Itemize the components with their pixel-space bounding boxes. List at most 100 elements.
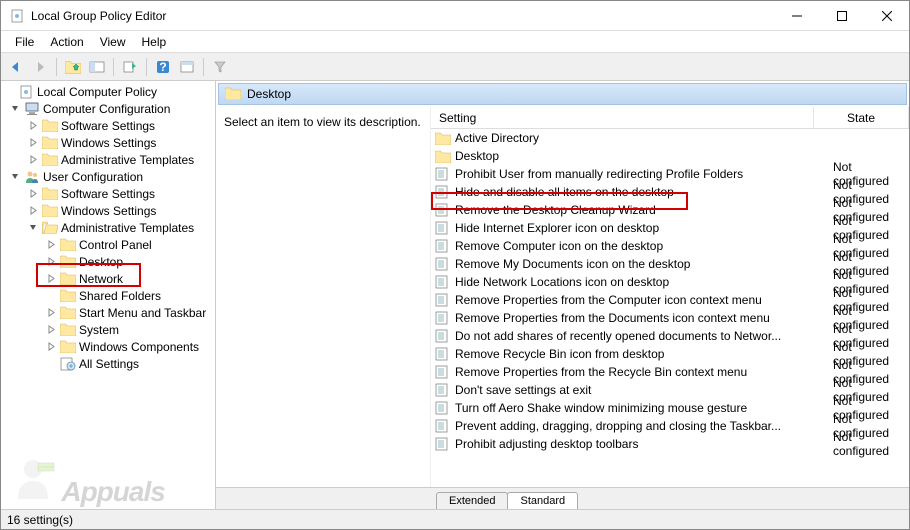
expander-icon[interactable] [45,341,57,353]
policy-icon [435,347,451,361]
properties-button[interactable] [176,56,198,78]
tree-label: Software Settings [61,119,155,133]
expander-icon[interactable] [27,222,39,234]
policy-icon [435,329,451,343]
policy-icon [435,383,451,397]
policy-icon [435,419,451,433]
setting-cell: Hide Network Locations icon on desktop [431,275,829,289]
folder-icon [60,323,76,337]
tree-panel[interactable]: Local Computer Policy Computer Configura… [1,81,216,509]
list-row[interactable]: Active Directory [431,129,909,147]
folder-icon [435,149,451,163]
folder-icon [225,87,241,101]
expander-icon[interactable] [27,205,39,217]
tab-extended[interactable]: Extended [436,492,508,509]
expander-icon[interactable] [45,307,57,319]
col-header-setting[interactable]: Setting [431,107,814,128]
list-row[interactable]: Prohibit adjusting desktop toolbarsNot c… [431,435,909,453]
filter-button[interactable] [209,56,231,78]
setting-cell: Do not add shares of recently opened doc… [431,329,829,343]
tree-label: Desktop [79,255,123,269]
tab-standard[interactable]: Standard [507,492,578,509]
setting-cell: Remove the Desktop Cleanup Wizard [431,203,829,217]
status-text: 16 setting(s) [7,513,73,527]
description-pane: Select an item to view its description. [216,107,431,487]
policy-icon [435,365,451,379]
policy-icon [435,437,451,451]
menu-help[interactable]: Help [134,33,175,51]
show-hide-tree-button[interactable] [86,56,108,78]
setting-cell: Remove Recycle Bin icon from desktop [431,347,829,361]
setting-name: Remove Computer icon on the desktop [455,239,663,253]
tree-win-components[interactable]: Windows Components [1,338,215,355]
svg-text:?: ? [159,60,166,74]
tree-network[interactable]: Network [1,270,215,287]
setting-cell: Prohibit adjusting desktop toolbars [431,437,829,451]
tree-desktop[interactable]: Desktop [1,253,215,270]
toolbar: ? [1,53,909,81]
setting-cell: Remove Properties from the Documents ico… [431,311,829,325]
tree-uc-windows[interactable]: Windows Settings [1,202,215,219]
folder-icon [42,221,58,235]
close-button[interactable] [864,1,909,30]
description-prompt: Select an item to view its description. [224,115,421,129]
toolbar-separator [203,58,204,76]
tree-label: Windows Components [79,340,199,354]
content-panel: Desktop Select an item to view its descr… [216,81,909,509]
expander-icon[interactable] [3,86,15,98]
policy-icon [435,311,451,325]
tree-label: Administrative Templates [61,153,194,167]
tree-uc-software[interactable]: Software Settings [1,185,215,202]
setting-name: Hide Internet Explorer icon on desktop [455,221,659,235]
back-button[interactable] [5,56,27,78]
menu-view[interactable]: View [92,33,134,51]
folder-icon [435,131,451,145]
expander-icon[interactable] [45,239,57,251]
setting-name: Hide and disable all items on the deskto… [455,185,674,199]
minimize-button[interactable] [774,1,819,30]
menu-action[interactable]: Action [42,33,91,51]
folder-icon [60,255,76,269]
setting-name: Desktop [455,149,499,163]
tree-user-config[interactable]: User Configuration [1,168,215,185]
setting-name: Hide Network Locations icon on desktop [455,275,669,289]
up-button[interactable] [62,56,84,78]
setting-cell: Prevent adding, dragging, dropping and c… [431,419,829,433]
setting-cell: Remove Computer icon on the desktop [431,239,829,253]
forward-button[interactable] [29,56,51,78]
tree-all-settings[interactable]: All Settings [1,355,215,372]
policy-icon [435,185,451,199]
expander-icon[interactable] [9,171,21,183]
policy-icon [435,401,451,415]
setting-cell: Hide and disable all items on the deskto… [431,185,829,199]
col-header-state[interactable]: State [814,107,909,128]
tree-label: Control Panel [79,238,152,252]
expander-icon[interactable] [9,103,21,115]
tree-label: System [79,323,119,337]
tree-shared-folders[interactable]: Shared Folders [1,287,215,304]
menu-file[interactable]: File [7,33,42,51]
titlebar: Local Group Policy Editor [1,1,909,31]
folder-icon [42,136,58,150]
expander-icon[interactable] [45,273,57,285]
setting-cell: Desktop [431,149,829,163]
setting-name: Do not add shares of recently opened doc… [455,329,781,343]
expander-icon[interactable] [45,256,57,268]
setting-name: Remove Recycle Bin icon from desktop [455,347,664,361]
setting-name: Remove Properties from the Documents ico… [455,311,770,325]
app-icon [9,8,25,24]
tree-label: Network [79,272,123,286]
settings-list: Setting State Active Directory Desktop Pro… [431,107,909,487]
tree-uc-admin[interactable]: Administrative Templates [1,219,215,236]
expander-icon[interactable] [27,188,39,200]
help-button[interactable]: ? [152,56,174,78]
app-window: Local Group Policy Editor File Action Vi… [0,0,910,530]
tree-label: Administrative Templates [61,221,194,235]
export-button[interactable] [119,56,141,78]
maximize-button[interactable] [819,1,864,30]
list-scroll[interactable]: Active DirectoryDesktopProhibit User fro… [431,129,909,487]
expander-icon[interactable] [45,324,57,336]
tree-start-taskbar[interactable]: Start Menu and Taskbar [1,304,215,321]
tree-system[interactable]: System [1,321,215,338]
setting-cell: Turn off Aero Shake window minimizing mo… [431,401,829,415]
